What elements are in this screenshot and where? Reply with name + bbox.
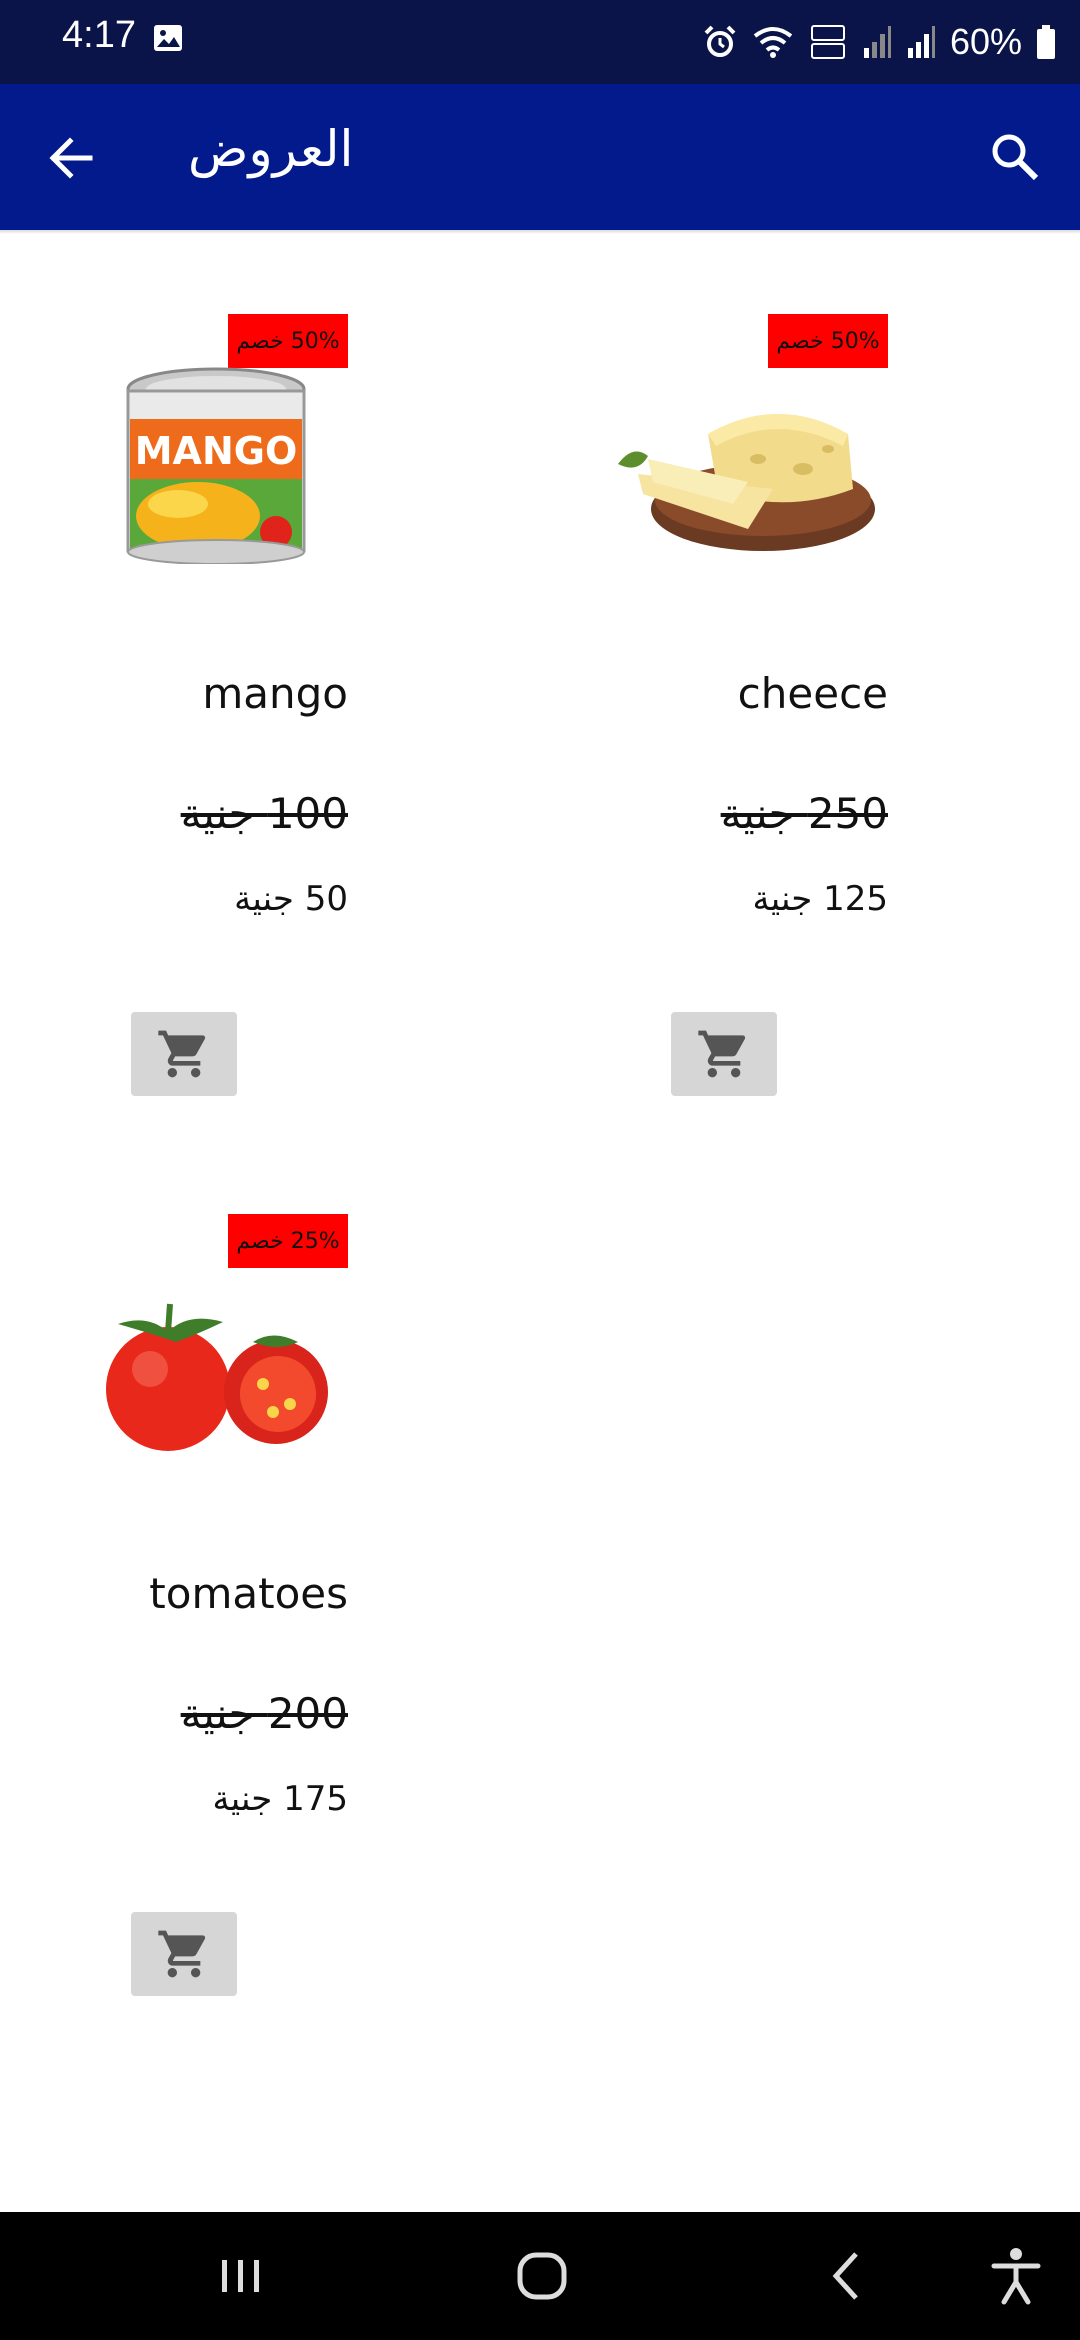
old-price: 250 جنية <box>720 789 888 838</box>
add-to-cart-button[interactable] <box>671 1012 777 1096</box>
home-icon[interactable] <box>514 2246 570 2306</box>
alarm-icon <box>704 25 736 57</box>
search-icon[interactable] <box>984 126 1046 188</box>
status-time: 4:17 <box>62 14 136 56</box>
page-title: العروض <box>188 120 354 178</box>
old-price: 100 جنية <box>180 789 348 838</box>
product-card-cheece[interactable]: 50% خصم cheece 250 جنية 125 جنية <box>598 314 888 1144</box>
discount-badge: 50% خصم <box>768 314 888 368</box>
app-bar: العروض <box>0 84 1080 230</box>
svg-text:MANGO: MANGO <box>135 429 298 473</box>
product-name: cheece <box>737 669 888 718</box>
wifi-icon <box>753 27 793 58</box>
old-price: 200 جنية <box>180 1689 348 1738</box>
cart-icon <box>698 1030 746 1078</box>
add-to-cart-button[interactable] <box>131 1912 237 1996</box>
new-price: 175 جنية <box>212 1779 348 1819</box>
cart-icon <box>158 1930 206 1978</box>
volte-lte-icon <box>810 25 845 59</box>
battery-icon <box>1037 25 1055 59</box>
discount-badge: 50% خصم <box>228 314 348 368</box>
signal-icon <box>907 26 935 58</box>
product-name: tomatoes <box>149 1569 348 1618</box>
product-card-tomatoes[interactable]: 25% خصم tomatoes 200 جنية 175 جنية <box>58 1214 348 2044</box>
battery-percentage: 60% <box>949 21 1022 62</box>
cheese-image <box>618 414 875 551</box>
system-nav-bar <box>0 2212 1080 2340</box>
accessibility-icon[interactable] <box>988 2246 1044 2306</box>
discount-badge: 25% خصم <box>228 1214 348 1268</box>
add-to-cart-button[interactable] <box>131 1012 237 1096</box>
cart-icon <box>158 1030 206 1078</box>
gallery-notification-icon <box>154 25 182 51</box>
status-bar: 4:17 60% <box>0 0 1080 84</box>
new-price: 50 جنية <box>234 879 348 919</box>
mango-can-image: MANGO <box>126 367 306 564</box>
tomatoes-image <box>106 1303 328 1451</box>
product-card-mango[interactable]: 50% خصم MANGO mango 100 جنية 50 جنية <box>58 314 348 1144</box>
back-arrow-icon[interactable] <box>40 127 102 189</box>
status-icons: 60% <box>702 14 1056 70</box>
product-name: mango <box>202 669 348 718</box>
signal-weak-icon <box>863 26 891 58</box>
app-bar-divider <box>0 230 1080 234</box>
back-nav-icon[interactable] <box>826 2246 866 2306</box>
new-price: 125 جنية <box>752 879 888 919</box>
recent-apps-icon[interactable] <box>216 2246 266 2306</box>
